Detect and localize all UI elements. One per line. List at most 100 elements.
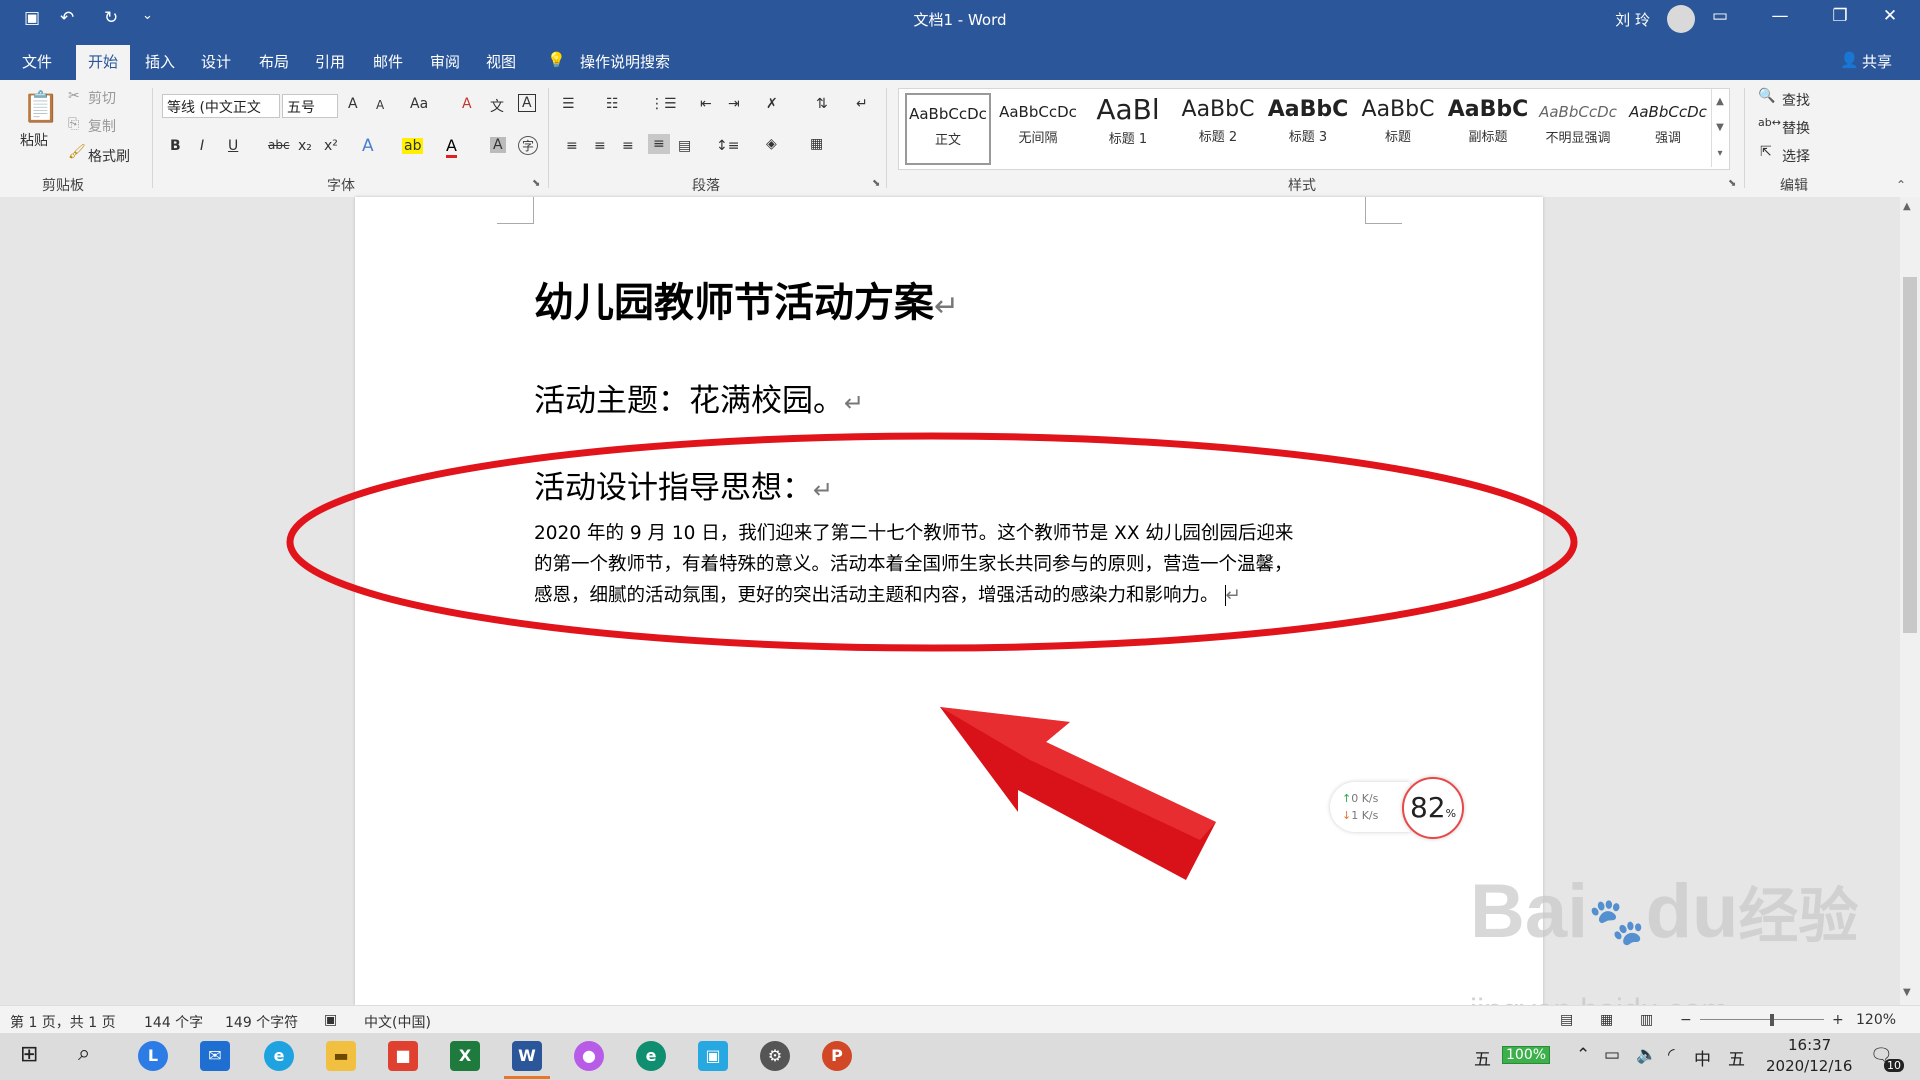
clock-time[interactable]: 16:37: [1788, 1036, 1831, 1054]
style-normal[interactable]: AaBbCcDc 正文: [905, 93, 991, 165]
multilevel-list-icon[interactable]: ⋮☰: [650, 96, 677, 112]
avatar[interactable]: [1667, 5, 1695, 33]
zoom-level[interactable]: 120%: [1856, 1012, 1896, 1028]
tab-references[interactable]: 引用: [315, 51, 345, 72]
tab-mailings[interactable]: 邮件: [373, 51, 403, 72]
print-layout-icon[interactable]: ▦: [1600, 1012, 1613, 1028]
justify-icon[interactable]: ≡: [648, 134, 670, 154]
font-color-icon[interactable]: A: [446, 136, 457, 158]
document-title[interactable]: 幼儿园教师节活动方案↵: [534, 270, 959, 328]
align-center-icon[interactable]: ≡: [594, 138, 606, 154]
start-icon[interactable]: ⊞: [20, 1042, 38, 1067]
app-l-icon[interactable]: L: [138, 1041, 168, 1071]
strikethrough-button[interactable]: abc: [268, 138, 290, 152]
bold-button[interactable]: B: [170, 138, 181, 154]
font-dialog-launcher-icon[interactable]: ⬊: [532, 178, 540, 189]
settings-icon[interactable]: ⚙: [760, 1041, 790, 1071]
tab-review[interactable]: 审阅: [430, 51, 460, 72]
share-icon[interactable]: 👤: [1840, 51, 1859, 69]
ie-icon[interactable]: e: [264, 1041, 294, 1071]
paste-button[interactable]: 粘贴: [20, 130, 48, 150]
borders-icon[interactable]: ▦: [810, 136, 823, 152]
user-name[interactable]: 刘 玲: [1615, 9, 1650, 30]
tab-home[interactable]: 开始: [76, 45, 131, 80]
styles-scroll[interactable]: ▲ ▼ ▾: [1711, 89, 1728, 167]
select-icon[interactable]: ⇱: [1760, 144, 1772, 160]
close-icon[interactable]: ✕: [1870, 6, 1910, 26]
shrink-font-icon[interactable]: A: [376, 98, 384, 112]
style-emphasis[interactable]: AaBbCcDc 强调: [1625, 93, 1711, 163]
chevron-up-icon[interactable]: ⌃: [1576, 1045, 1590, 1065]
network-widget[interactable]: ↑0 K/s ↓1 K/s: [1330, 782, 1410, 832]
grow-font-icon[interactable]: A: [348, 96, 358, 112]
vertical-scrollbar[interactable]: ▲ ▼: [1900, 197, 1920, 1005]
style-heading-2[interactable]: AaBbC 标题 2: [1175, 93, 1261, 163]
style-no-spacing[interactable]: AaBbCcDc 无间隔: [995, 93, 1081, 163]
word-count[interactable]: 144 个字: [144, 1012, 203, 1032]
decrease-indent-icon[interactable]: ⇤: [700, 96, 712, 112]
style-heading-3[interactable]: AaBbC 标题 3: [1265, 93, 1351, 163]
zoom-in-icon[interactable]: +: [1832, 1012, 1844, 1028]
format-painter-icon[interactable]: 🖌: [68, 144, 86, 160]
copy-icon[interactable]: ⎘: [68, 116, 79, 132]
page-count[interactable]: 第 1 页，共 1 页: [10, 1012, 116, 1032]
font-family-select[interactable]: 等线 (中文正文: [162, 94, 280, 118]
tab-design[interactable]: 设计: [201, 51, 231, 72]
minimize-icon[interactable]: —: [1760, 6, 1800, 26]
word-icon[interactable]: W: [512, 1041, 542, 1071]
mail-icon[interactable]: ✉: [200, 1041, 230, 1071]
text-effects-icon[interactable]: A: [362, 136, 374, 156]
increase-indent-icon[interactable]: ⇥: [728, 96, 740, 112]
volume-icon[interactable]: 🔈: [1636, 1045, 1657, 1065]
share-button[interactable]: 共享: [1862, 51, 1892, 72]
enclose-character-icon[interactable]: 字: [518, 136, 539, 155]
tab-insert[interactable]: 插入: [145, 51, 175, 72]
file-explorer-icon[interactable]: ▬: [326, 1041, 356, 1071]
powerpoint-icon[interactable]: P: [822, 1041, 852, 1071]
underline-button[interactable]: U: [228, 138, 238, 154]
tab-view[interactable]: 视图: [486, 51, 516, 72]
ime-mode[interactable]: 五: [1728, 1045, 1745, 1070]
input-language[interactable]: 中: [1694, 1045, 1711, 1070]
guide-paragraph[interactable]: 2020 年的 9 月 10 日，我们迎来了第二十七个教师节。这个教师节是 XX…: [534, 518, 1394, 611]
find-icon[interactable]: 🔍: [1758, 88, 1775, 104]
asian-layout-icon[interactable]: ✗: [766, 96, 778, 112]
scroll-up-icon[interactable]: ▲: [1903, 201, 1911, 212]
cut-icon[interactable]: ✂: [68, 88, 80, 104]
activity-theme[interactable]: 活动主题：花满校园。↵: [534, 375, 864, 420]
collapse-ribbon-icon[interactable]: ⌃: [1896, 178, 1906, 192]
zoom-out-icon[interactable]: −: [1680, 1012, 1692, 1028]
ribbon-options-icon[interactable]: ▭: [1700, 6, 1740, 26]
style-subtitle[interactable]: AaBbC 副标题: [1445, 93, 1531, 163]
character-shading-icon[interactable]: A: [490, 137, 506, 153]
sort-icon[interactable]: ⇅: [816, 96, 828, 112]
proofing-icon[interactable]: ▣: [324, 1012, 337, 1028]
bullets-icon[interactable]: ☰: [562, 96, 575, 112]
align-left-icon[interactable]: ≡: [566, 138, 578, 154]
distributed-icon[interactable]: ▤: [678, 138, 691, 154]
select-button[interactable]: 选择: [1782, 146, 1810, 166]
style-subtle-emphasis[interactable]: AaBbCcDc 不明显强调: [1535, 93, 1621, 163]
wifi-icon[interactable]: ◜: [1668, 1045, 1675, 1065]
format-painter-button[interactable]: 格式刷: [88, 146, 130, 166]
highlight-icon[interactable]: ab: [402, 138, 424, 154]
change-case-icon[interactable]: Aa: [410, 96, 428, 112]
excel-icon[interactable]: X: [450, 1041, 480, 1071]
replace-button[interactable]: 替换: [1782, 118, 1810, 138]
scroll-down-icon[interactable]: ▼: [1903, 987, 1911, 998]
zoom-thumb[interactable]: [1770, 1014, 1774, 1026]
clear-format-icon[interactable]: A: [462, 96, 472, 112]
line-spacing-icon[interactable]: ↕≡: [716, 138, 739, 154]
guide-heading[interactable]: 活动设计指导思想：↵: [534, 462, 833, 507]
paste-icon[interactable]: 📋: [22, 90, 59, 125]
phonetic-guide-icon[interactable]: 文: [490, 96, 504, 116]
edge-icon[interactable]: e: [636, 1041, 666, 1071]
tab-file[interactable]: 文件: [22, 51, 52, 72]
style-heading-1[interactable]: AaBl 标题 1: [1085, 91, 1171, 161]
paint-icon[interactable]: ●: [574, 1041, 604, 1071]
copy-button[interactable]: 复制: [88, 116, 116, 136]
paragraph-dialog-launcher-icon[interactable]: ⬊: [872, 178, 880, 189]
show-marks-icon[interactable]: ↵: [856, 96, 868, 112]
language-indicator[interactable]: 中文(中国): [364, 1012, 431, 1032]
scroll-thumb[interactable]: [1903, 277, 1917, 633]
